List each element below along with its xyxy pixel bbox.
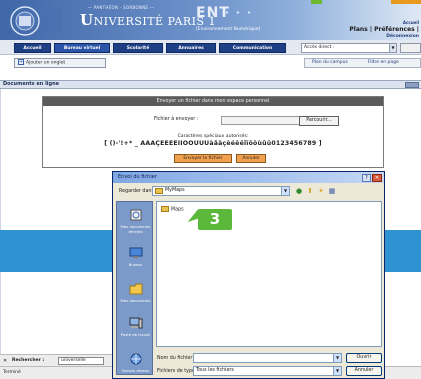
ent-logo: ENT (196, 5, 230, 21)
orange-corner-marker (391, 0, 421, 4)
university-crest-logo (10, 6, 62, 36)
user-account-link[interactable]: Accueil (403, 20, 419, 25)
add-tab-label: Ajouter un onglet (26, 60, 66, 66)
find-label: Rechercher : (12, 358, 45, 363)
place-my-documents[interactable]: Mes documents (117, 282, 154, 303)
place-desktop[interactable]: Bureau (117, 246, 154, 267)
university-initial: U (80, 11, 94, 29)
file-name-input[interactable]: ▼ (193, 353, 342, 363)
quick-access-select[interactable]: Accès direct : ▼ (301, 43, 397, 53)
university-subtitle: — PANTHÉON - SORBONNE — (88, 5, 155, 10)
dialog-cancel-button[interactable]: Annuler (346, 366, 382, 376)
up-folder-icon[interactable]: ⬆ (305, 186, 315, 196)
desktop-icon (129, 247, 142, 258)
plus-icon: + (18, 59, 24, 65)
send-file-button[interactable]: Envoyer le fichier (174, 154, 232, 163)
place-network[interactable]: Favoris réseau (117, 352, 154, 373)
place-label: Poste de travail (120, 332, 151, 337)
places-bar: Mes documents récents Bureau Mes documen… (116, 201, 153, 375)
place-my-computer[interactable]: Poste de travail (117, 316, 154, 337)
main-nav: Accueil Bureau virtuel Scolarité Annuair… (0, 40, 421, 55)
place-label: Mes documents récents (120, 224, 151, 234)
look-in-value: MyMaps (165, 188, 185, 193)
help-icon[interactable]: ? (362, 174, 371, 182)
dialog-titlebar[interactable]: Envoi du fichier ? ✕ (113, 172, 384, 183)
close-icon[interactable]: ✕ (3, 358, 7, 364)
quick-access-go-button[interactable] (400, 43, 421, 53)
upload-form-header: Envoyer un fichier dans mon espace perso… (43, 97, 383, 106)
file-to-send-label: Fichier à envoyer : (154, 117, 199, 122)
ent-subtitle: [Environnement Numérique] (196, 27, 261, 32)
computer-icon (129, 317, 142, 329)
sub-toolbar: + Ajouter un onglet Plan du campus Filtre… (0, 55, 421, 71)
close-icon[interactable]: ✕ (372, 174, 382, 182)
file-item-name: Maps (171, 207, 184, 213)
portlet-title: Documents en ligne (3, 81, 60, 87)
folder-icon (155, 188, 163, 194)
file-upload-dialog: Envoi du fichier ? ✕ Regarder dans : MyM… (112, 171, 385, 379)
special-chars-list: [ ()-'!+* _ ÀÂÄÇÈÉÊËÎÏÔÖÙÛÜàâäçèéêëîïôöù… (104, 140, 322, 147)
quick-links-bar: Plan du campus Filtre en page (304, 58, 421, 68)
link-plan-campus[interactable]: Plan du campus (312, 59, 348, 67)
look-in-select[interactable]: MyMaps ▼ (152, 186, 290, 196)
find-input[interactable]: universelle (58, 357, 104, 365)
user-links[interactable]: Plans | Préférences | (349, 26, 419, 33)
quick-access-label: Accès direct : (304, 45, 335, 50)
site-header: — PANTHÉON - SORBONNE — UNIVERSITÉ PARIS… (0, 0, 421, 40)
cancel-upload-button[interactable]: Annuler (236, 154, 266, 163)
browse-button[interactable]: Parcourir... (299, 116, 339, 126)
file-type-value: Tous les fichiers (196, 368, 234, 373)
documents-folder-icon (129, 283, 142, 295)
portlet-header: Documents en ligne (0, 80, 421, 89)
tab-annuaires[interactable]: Annuaires (166, 43, 216, 53)
folder-icon (161, 206, 169, 212)
open-button[interactable]: Ouvrir (346, 353, 382, 363)
add-tab-button[interactable]: + Ajouter un onglet (14, 58, 106, 68)
logout-link[interactable]: Déconnexion (386, 34, 419, 39)
tab-bureau-virtuel[interactable]: Bureau virtuel (54, 43, 110, 53)
place-label: Mes documents (120, 298, 151, 303)
file-name-label: Nom du fichier : (157, 356, 196, 361)
upload-form: Envoyer un fichier dans mon espace perso… (42, 96, 384, 168)
green-corner-marker (311, 0, 322, 4)
chevron-down-icon: ▼ (281, 187, 289, 195)
file-item[interactable]: Maps (161, 206, 184, 213)
file-type-label: Fichiers de type : (157, 369, 199, 374)
tab-scolarite[interactable]: Scolarité (113, 43, 163, 53)
file-list: Maps (156, 201, 382, 347)
status-text: Terminé (3, 370, 21, 375)
chevron-down-icon: ▼ (333, 354, 341, 362)
recent-documents-icon (130, 209, 141, 221)
ent-arrows: ▸ ▸ ▸ (226, 9, 254, 16)
step-number-badge: 3 (198, 209, 232, 230)
new-folder-icon[interactable]: ✦ (316, 186, 326, 196)
place-label: Bureau (128, 262, 143, 267)
dialog-title: Envoi du fichier (118, 174, 157, 180)
chevron-down-icon: ▼ (333, 367, 341, 375)
view-menu-icon[interactable]: ▦ (327, 186, 337, 196)
back-icon[interactable]: ● (294, 186, 304, 196)
place-recent[interactable]: Mes documents récents (117, 208, 154, 234)
network-icon (130, 353, 141, 365)
file-type-select[interactable]: Tous les fichiers ▼ (193, 366, 342, 376)
link-filtre-page[interactable]: Filtre en page (368, 59, 399, 67)
place-label: Favoris réseau (121, 368, 150, 373)
tab-communication[interactable]: Communication (219, 43, 286, 53)
tab-accueil[interactable]: Accueil (14, 43, 51, 53)
chevron-down-icon: ▼ (389, 44, 396, 52)
portlet-controls[interactable] (405, 82, 419, 88)
special-chars-label: Caractères spéciaux autorisés: (177, 134, 249, 139)
